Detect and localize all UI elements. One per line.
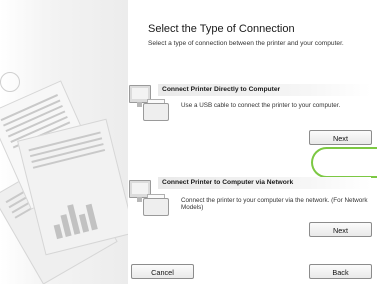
page-subtitle: Select a type of connection between the … bbox=[148, 40, 344, 47]
back-button[interactable]: Back bbox=[309, 264, 372, 279]
option-network-title: Connect Printer to Computer via Network bbox=[158, 177, 371, 189]
decorative-swirl bbox=[0, 72, 20, 92]
option-usb-title: Connect Printer Directly to Computer bbox=[158, 84, 371, 96]
highlight-circle bbox=[311, 147, 377, 178]
page-title: Select the Type of Connection bbox=[148, 23, 295, 35]
cancel-button[interactable]: Cancel bbox=[131, 264, 194, 279]
decorative-side-artwork bbox=[0, 0, 128, 284]
next-network-button[interactable]: Next bbox=[309, 222, 372, 237]
option-network-description: Connect the printer to your computer via… bbox=[181, 197, 368, 212]
next-usb-button[interactable]: Next bbox=[309, 130, 372, 145]
option-usb-description: Use a USB cable to connect the printer t… bbox=[181, 102, 341, 109]
